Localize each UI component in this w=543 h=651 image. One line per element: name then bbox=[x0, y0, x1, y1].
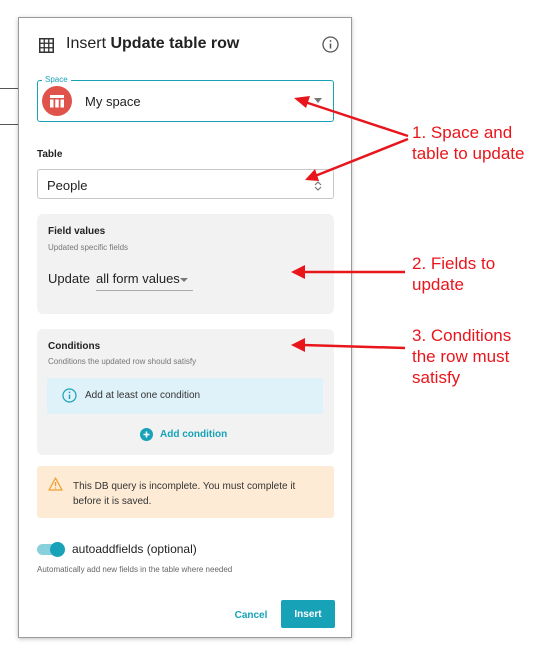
annotation-arrow-table bbox=[314, 137, 409, 178]
annotation-conditions-line2: the row must bbox=[412, 347, 510, 366]
annotation-arrowhead-conditions bbox=[291, 338, 305, 352]
annotation-arrow-conditions bbox=[302, 343, 406, 350]
annotation-conditions: 3. Conditions the row must satisfy bbox=[412, 325, 511, 388]
annotation-space-table: 1. Space and table to update bbox=[412, 122, 524, 164]
annotation-space-table-line2: table to update bbox=[412, 144, 525, 163]
annotation-arrowhead-fields bbox=[291, 265, 305, 279]
annotation-fields-line1: 2. Fields to bbox=[412, 254, 496, 273]
annotation-space-table-line1: 1. Space and bbox=[412, 123, 513, 142]
annotation-arrow-space bbox=[304, 100, 409, 138]
annotation-arrowhead-table bbox=[305, 169, 319, 181]
annotation-conditions-line3: satisfy bbox=[412, 368, 461, 387]
annotation-fields: 2. Fields to update bbox=[412, 253, 495, 295]
annotation-fields-line2: update bbox=[412, 275, 464, 294]
annotation-arrowhead-space bbox=[294, 96, 310, 108]
annotation-conditions-line1: 3. Conditions bbox=[412, 326, 512, 345]
